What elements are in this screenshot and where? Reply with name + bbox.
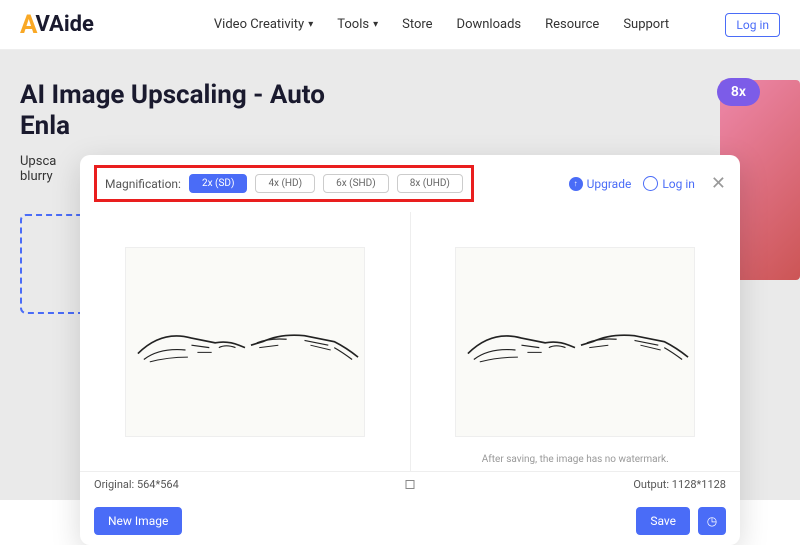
clock-icon: ◷ <box>707 514 717 528</box>
output-preview <box>455 247 695 437</box>
magnification-label: Magnification: <box>105 177 181 191</box>
output-pane: After saving, the image has no watermark… <box>410 212 741 471</box>
badge-8x: 8x <box>717 78 760 106</box>
mag-option-4x[interactable]: 4x (HD) <box>255 174 315 193</box>
upgrade-button[interactable]: ↑Upgrade <box>569 177 632 191</box>
mag-option-2x[interactable]: 2x (SD) <box>189 174 247 193</box>
mag-option-6x[interactable]: 6x (SHD) <box>323 174 389 193</box>
output-size-label: Output: 1128*1128 <box>633 478 726 491</box>
nav-downloads[interactable]: Downloads <box>457 17 522 32</box>
main-nav: Video Creativity▾ Tools▾ Store Downloads… <box>214 17 669 32</box>
chevron-down-icon: ▾ <box>373 19 378 30</box>
upscale-modal: Magnification: 2x (SD) 4x (HD) 6x (SHD) … <box>80 155 740 545</box>
header-login-button[interactable]: Log in <box>725 13 780 37</box>
page-background: AI Image Upscaling - Auto Enla Upsca blu… <box>0 50 800 500</box>
hands-sketch-icon <box>126 300 364 383</box>
compare-handle-icon[interactable] <box>406 480 415 489</box>
chevron-down-icon: ▾ <box>308 19 313 30</box>
original-preview <box>125 247 365 437</box>
site-header: AVAide Video Creativity▾ Tools▾ Store Do… <box>0 0 800 50</box>
logo[interactable]: AVAide <box>20 10 94 40</box>
watermark-note: After saving, the image has no watermark… <box>411 454 741 465</box>
history-button[interactable]: ◷ <box>698 507 726 535</box>
page-title: AI Image Upscaling - Auto Enla <box>20 80 780 142</box>
nav-support[interactable]: Support <box>623 17 669 32</box>
nav-resource[interactable]: Resource <box>545 17 599 32</box>
save-button[interactable]: Save <box>636 507 690 535</box>
hands-sketch-icon <box>456 300 694 383</box>
mag-option-8x[interactable]: 8x (UHD) <box>397 174 463 193</box>
original-pane <box>80 212 410 471</box>
new-image-button[interactable]: New Image <box>94 507 182 535</box>
size-info-bar: Original: 564*564 Output: 1128*1128 <box>80 471 740 497</box>
user-icon <box>643 176 658 191</box>
upgrade-icon: ↑ <box>569 177 583 191</box>
modal-login-button[interactable]: Log in <box>643 176 695 191</box>
nav-store[interactable]: Store <box>402 17 432 32</box>
compare-area: After saving, the image has no watermark… <box>80 212 740 471</box>
original-size-label: Original: 564*564 <box>94 478 179 491</box>
nav-video-creativity[interactable]: Video Creativity▾ <box>214 17 313 32</box>
magnification-group-highlight: Magnification: 2x (SD) 4x (HD) 6x (SHD) … <box>94 165 474 202</box>
nav-tools[interactable]: Tools▾ <box>337 17 378 32</box>
close-icon[interactable]: ✕ <box>711 173 726 194</box>
modal-toolbar: Magnification: 2x (SD) 4x (HD) 6x (SHD) … <box>80 155 740 212</box>
modal-bottom-bar: New Image Save ◷ <box>80 497 740 545</box>
